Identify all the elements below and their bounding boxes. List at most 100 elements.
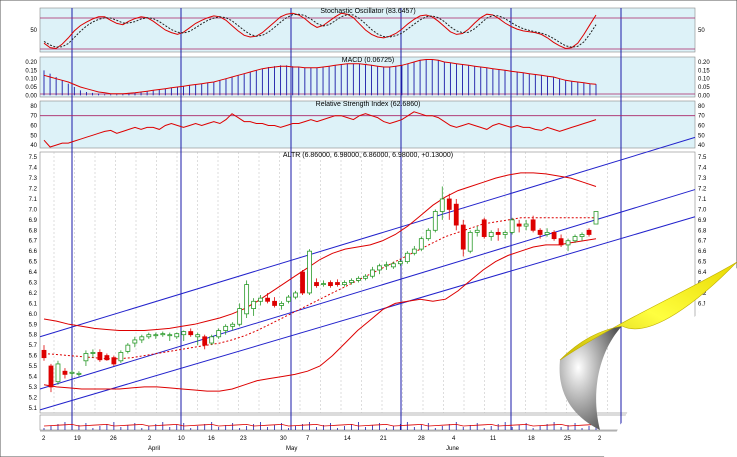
candle-body bbox=[530, 219, 536, 231]
stock-chart: 50 50 0.20 0.20 0.15 0.15 0.10 0.10 0.05 0.05 0.00… bbox=[0, 0, 737, 457]
candle-body bbox=[279, 302, 284, 306]
price-tick-left: 7.4 bbox=[29, 166, 38, 172]
price-tick-left: 5.8 bbox=[29, 333, 38, 339]
x-tick-label: 2 bbox=[42, 436, 46, 442]
price-tick-left: 6.4 bbox=[29, 270, 38, 276]
rsi-title: Relative Strength Index (62.6860) bbox=[316, 101, 421, 108]
price-tick-left: 5.3 bbox=[29, 385, 38, 391]
price-tick-right: 6.7 bbox=[698, 239, 707, 245]
rsi-tick-right: 80 bbox=[698, 104, 705, 110]
candle-body bbox=[209, 336, 215, 344]
candle-body bbox=[188, 331, 194, 336]
price-tick-left: 6.6 bbox=[29, 249, 38, 255]
x-tick-label: 4 bbox=[452, 436, 456, 442]
candle-body bbox=[146, 334, 152, 338]
candle-body bbox=[125, 344, 131, 352]
macd-tick-right: 0.10 bbox=[698, 77, 710, 83]
stoch-tick-right: 50 bbox=[698, 28, 705, 34]
candle-body bbox=[397, 261, 403, 265]
candle-body bbox=[411, 248, 417, 254]
price-tick-left: 5.7 bbox=[29, 343, 38, 349]
candle-body bbox=[349, 280, 354, 283]
x-tick-label: 2 bbox=[598, 436, 602, 442]
candle-body bbox=[523, 223, 529, 227]
candle-body bbox=[446, 198, 452, 210]
candle-body bbox=[363, 275, 368, 279]
chart-window: 50 50 0.20 0.20 0.15 0.15 0.10 0.10 0.05 0.05 0.00… bbox=[0, 0, 737, 457]
macd-tick-right: 0.05 bbox=[698, 85, 710, 91]
candle-body bbox=[593, 211, 599, 225]
candle-body bbox=[516, 223, 522, 227]
candle-body bbox=[251, 300, 257, 309]
candle-body bbox=[104, 355, 110, 361]
x-tick-label: 10 bbox=[178, 436, 185, 442]
candle-body bbox=[230, 323, 236, 327]
candle-body bbox=[370, 269, 375, 277]
x-tick-label: 25 bbox=[564, 436, 571, 442]
candle-body bbox=[62, 370, 68, 375]
candle-body bbox=[48, 365, 54, 388]
candle-body bbox=[439, 198, 445, 212]
candle-body bbox=[551, 231, 557, 240]
price-tick-left: 7.0 bbox=[29, 207, 38, 213]
x-tick-label: 26 bbox=[110, 436, 117, 442]
candle-body bbox=[586, 229, 592, 235]
price-tick-right: 7.3 bbox=[698, 176, 707, 182]
candle-body bbox=[425, 229, 431, 240]
price-tick-left: 5.9 bbox=[29, 322, 38, 328]
candle-body bbox=[342, 282, 347, 285]
candle-body bbox=[195, 334, 201, 338]
price-tick-left: 7.5 bbox=[29, 155, 38, 161]
price-tick-left: 6.0 bbox=[29, 312, 38, 318]
candle-body bbox=[307, 250, 312, 294]
candle-body bbox=[83, 353, 89, 362]
price-tick-right: 7.2 bbox=[698, 187, 707, 193]
candle-body bbox=[111, 357, 117, 365]
stoch-tick-left: 50 bbox=[30, 28, 37, 34]
candle-body bbox=[237, 308, 243, 325]
candle-body bbox=[258, 297, 264, 302]
x-tick-label: 30 bbox=[280, 436, 287, 442]
candle-body bbox=[55, 363, 61, 383]
candle-body bbox=[160, 333, 166, 336]
candle-body bbox=[314, 282, 319, 287]
candle-body bbox=[97, 352, 103, 361]
candle-body bbox=[537, 229, 543, 235]
price-tick-right: 6.9 bbox=[698, 218, 707, 224]
candle-body bbox=[404, 252, 410, 263]
macd-tick-right: 0.20 bbox=[698, 60, 710, 66]
candle-body bbox=[244, 284, 250, 315]
candle-body bbox=[383, 264, 389, 267]
candle-body bbox=[502, 231, 508, 235]
candle-body bbox=[321, 283, 326, 285]
macd-tick-left: 0.10 bbox=[25, 77, 37, 83]
x-tick-label: 18 bbox=[528, 436, 535, 442]
candle-body bbox=[202, 336, 208, 346]
candle-body bbox=[432, 211, 438, 231]
candle-body bbox=[90, 352, 96, 354]
price-tick-left: 5.4 bbox=[29, 374, 38, 380]
candle-body bbox=[335, 282, 340, 285]
macd-title: MACD (0.06725) bbox=[342, 57, 395, 64]
candle-body bbox=[356, 277, 361, 281]
candle-body bbox=[418, 238, 424, 250]
x-tick-label: 21 bbox=[380, 436, 387, 442]
candle-body bbox=[558, 238, 564, 246]
candle-body bbox=[544, 231, 550, 235]
price-tick-left: 6.2 bbox=[29, 291, 38, 297]
rsi-tick-left: 80 bbox=[30, 104, 37, 110]
price-tick-left: 7.1 bbox=[29, 197, 38, 203]
candle-body bbox=[216, 330, 222, 338]
candle-body bbox=[579, 234, 585, 237]
price-tick-left: 6.9 bbox=[29, 218, 38, 224]
price-tick-right: 7.4 bbox=[698, 166, 707, 172]
price-title: ALTR (6.86000, 6.98000, 6.86000, 6.98000… bbox=[283, 152, 453, 159]
chart-background bbox=[0, 0, 737, 457]
x-tick-label: 23 bbox=[240, 436, 247, 442]
candle-body bbox=[495, 231, 501, 235]
candle-body bbox=[474, 229, 480, 233]
x-tick-label: 19 bbox=[74, 436, 81, 442]
candle-body bbox=[223, 325, 229, 331]
candle-body bbox=[69, 371, 75, 374]
macd-tick-left: 0.00 bbox=[25, 93, 37, 99]
